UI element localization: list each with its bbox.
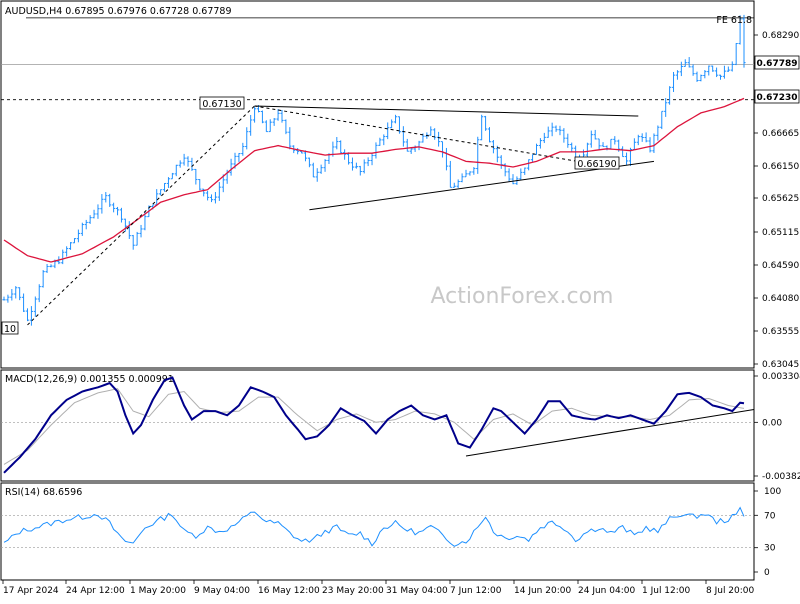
price-y-tick-label: 0.63045 — [762, 360, 799, 370]
watermark: ActionForex.com — [431, 284, 614, 309]
low-annotation: 0.66190 — [574, 156, 620, 170]
level-line-label: 0.67230 — [757, 93, 798, 103]
low-label: 0.66190 — [577, 159, 616, 170]
x-tick-label: 17 Apr 2024 — [3, 586, 59, 596]
x-tick-label: 24 Jun 04:00 — [578, 586, 635, 596]
x-tick-label: 1 May 20:00 — [130, 586, 186, 596]
price-y-tick-label: 0.66665 — [762, 129, 799, 139]
x-tick-label: 7 Jun 12:00 — [450, 586, 502, 596]
rsi-y-tick-label: 70 — [764, 511, 776, 521]
price-y-tick-label: 0.65115 — [762, 228, 799, 238]
high-label: 0.67130 — [202, 99, 241, 110]
price-y-tick-label: 0.66150 — [762, 162, 799, 172]
macd-y-tick-label: 0.00 — [762, 418, 782, 428]
x-tick-label: 23 May 20:00 — [322, 586, 384, 596]
price-y-tick-label: 0.64080 — [762, 294, 799, 304]
chart-title: AUDUSD,H4 0.67895 0.67976 0.67728 0.6778… — [5, 6, 232, 17]
x-tick-label: 16 May 12:00 — [258, 586, 320, 596]
high-annotation: 0.67130 — [199, 96, 245, 110]
left-low-annotation: 10 — [1, 321, 19, 335]
rsi-y-tick-label: 30 — [764, 544, 776, 554]
price-y-tick-label: 0.63555 — [762, 327, 799, 337]
chart-svg: ActionForex.com AUDUSD,H4 0.67895 0.6797… — [0, 0, 800, 600]
rsi-y-tick-label: 100 — [764, 487, 781, 497]
rsi-label: RSI(14) 68.6596 — [5, 487, 82, 498]
last-price-label: 0.67789 — [757, 59, 798, 69]
rsi-y-tick-label: 0 — [764, 568, 770, 578]
x-tick-label: 14 Jun 20:00 — [514, 586, 571, 596]
macd-label: MACD(12,26,9) 0.001355 0.000991 — [5, 374, 174, 385]
price-y-tick-label: 0.65625 — [762, 194, 799, 204]
price-y-tick-label: 0.64590 — [762, 261, 799, 271]
macd-y-tick-label: -0.003828 — [762, 472, 800, 482]
left-low-label: 10 — [4, 324, 16, 335]
chart-container: ActionForex.com AUDUSD,H4 0.67895 0.6797… — [0, 0, 800, 600]
x-tick-label: 24 Apr 12:00 — [66, 586, 125, 596]
x-tick-label: 9 May 04:00 — [194, 586, 250, 596]
x-tick-label: 8 Jul 20:00 — [706, 586, 755, 596]
macd-y-tick-label: 0.003304 — [762, 372, 800, 382]
level-line-tag: 0.67230 — [754, 89, 800, 104]
x-tick-label: 31 May 04:00 — [386, 586, 448, 596]
price-y-tick-label: 0.68290 — [762, 31, 799, 41]
x-tick-label: 1 Jul 12:00 — [642, 586, 691, 596]
fib-label: FE 61.8 — [716, 15, 752, 26]
last-price-tag: 0.67789 — [754, 55, 800, 70]
